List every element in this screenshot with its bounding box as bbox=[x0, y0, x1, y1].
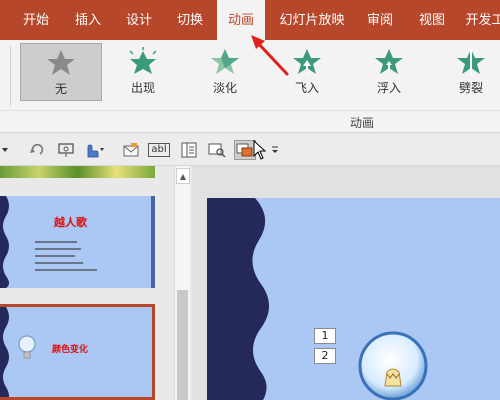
animation-none[interactable]: 无 bbox=[20, 43, 102, 101]
float-in-star-icon bbox=[375, 49, 403, 74]
text-field-button[interactable]: abl bbox=[148, 140, 170, 160]
mouse-cursor-icon bbox=[250, 140, 268, 160]
thumbnail-partial-image bbox=[0, 166, 155, 178]
lightbulb-icon bbox=[358, 331, 428, 400]
animation-appear[interactable]: 出现 bbox=[102, 43, 184, 101]
slide-thumbnail-pane: 越人歌 颜色变化 ▲ bbox=[0, 166, 192, 400]
fade-star-icon bbox=[211, 49, 239, 74]
thumbnail-title: 颜色变化 bbox=[52, 345, 89, 355]
animation-split[interactable]: 劈裂 bbox=[430, 43, 500, 101]
appear-star-icon bbox=[129, 47, 157, 74]
scroll-up-arrow-icon[interactable]: ▲ bbox=[176, 168, 190, 184]
tab-view[interactable]: 视图 bbox=[410, 0, 454, 40]
split-star-icon bbox=[457, 49, 485, 75]
gallery-edge bbox=[10, 46, 16, 106]
thumbnail-wave-decoration bbox=[0, 196, 9, 288]
ribbon-group-label: 动画 bbox=[350, 116, 375, 130]
ribbon-animations: 无 出现 淡化 飞入 浮入 劈裂 动画 bbox=[0, 35, 500, 133]
slide-wave-decoration bbox=[207, 198, 269, 400]
tab-transitions[interactable]: 切换 bbox=[168, 0, 212, 40]
thumbnail-scrollbar[interactable]: ▲ bbox=[174, 166, 190, 400]
presenter-view-icon[interactable] bbox=[56, 140, 78, 160]
annotation-arrow-icon bbox=[251, 35, 289, 76]
mail-icon[interactable] bbox=[120, 140, 142, 160]
thumbnail-edge bbox=[151, 196, 155, 288]
thumbnail-text-line bbox=[35, 241, 77, 243]
animation-label: 出现 bbox=[130, 81, 155, 95]
slide-thumbnail[interactable]: 越人歌 bbox=[0, 196, 155, 288]
columns-icon[interactable] bbox=[178, 140, 200, 160]
dropdown-arrow-icon[interactable] bbox=[0, 140, 10, 160]
tab-review[interactable]: 审阅 bbox=[358, 0, 402, 40]
thumbnail-text-line bbox=[35, 255, 75, 257]
animation-float-in[interactable]: 浮入 bbox=[348, 43, 430, 101]
animation-label: 飞入 bbox=[294, 81, 319, 95]
animation-label: 无 bbox=[54, 82, 67, 96]
redo-icon[interactable] bbox=[26, 140, 48, 160]
thumbnail-wave-decoration bbox=[0, 307, 9, 397]
slide-thumbnail-selected[interactable]: 颜色变化 bbox=[0, 304, 155, 400]
customize-toolbar-icon[interactable] bbox=[270, 140, 280, 160]
touch-mode-icon[interactable] bbox=[80, 140, 106, 160]
animation-order-tag[interactable]: 1 bbox=[314, 328, 336, 344]
animation-label: 淡化 bbox=[212, 81, 237, 95]
thumbnail-text-line bbox=[35, 269, 97, 271]
tab-developer[interactable]: 开发工 bbox=[462, 0, 500, 40]
thumbnail-title: 越人歌 bbox=[54, 216, 87, 229]
quick-access-toolbar: abl bbox=[0, 134, 500, 166]
slide-editing-area: 1 2 bbox=[192, 166, 500, 400]
lightbulb-icon bbox=[18, 335, 36, 359]
animation-label: 劈裂 bbox=[458, 81, 483, 95]
print-preview-icon[interactable] bbox=[206, 140, 228, 160]
tab-design[interactable]: 设计 bbox=[117, 0, 161, 40]
scroll-thumb[interactable] bbox=[177, 290, 188, 400]
animation-order-tag[interactable]: 2 bbox=[314, 348, 336, 364]
thumbnail-text-line bbox=[35, 248, 81, 250]
text-field-label: abl bbox=[148, 143, 170, 157]
tab-home[interactable]: 开始 bbox=[14, 0, 58, 40]
animation-label: 浮入 bbox=[376, 81, 401, 95]
tab-insert[interactable]: 插入 bbox=[66, 0, 110, 40]
thumbnail-text-line bbox=[35, 262, 83, 264]
current-slide[interactable]: 1 2 bbox=[207, 198, 500, 400]
fly-in-star-icon bbox=[293, 49, 321, 74]
ribbon-separator bbox=[0, 110, 500, 111]
star-none-icon bbox=[47, 50, 75, 75]
